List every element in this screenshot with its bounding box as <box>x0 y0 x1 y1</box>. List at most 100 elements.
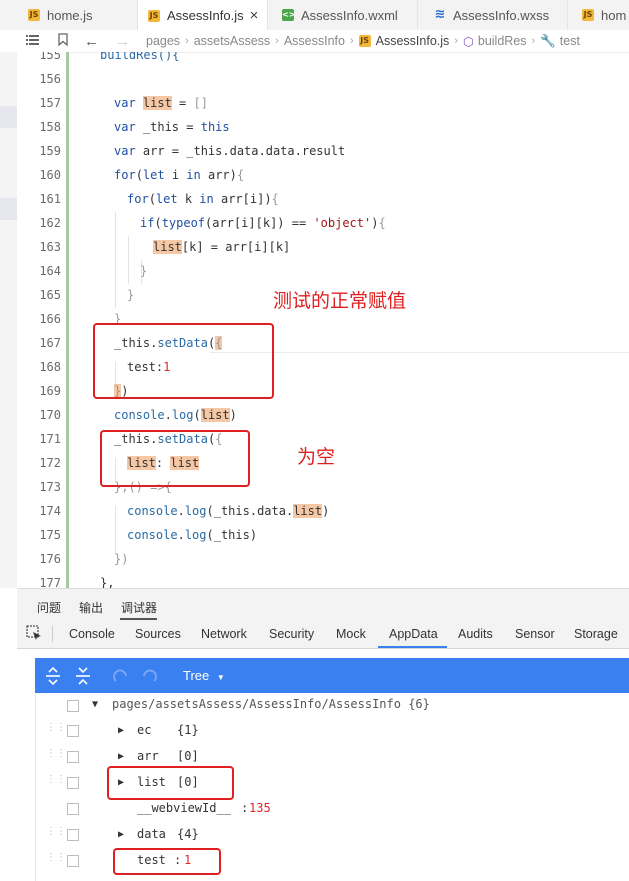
active-tab-underline <box>378 646 447 648</box>
tab-home-js[interactable]: JS home.js <box>0 0 138 30</box>
tree-value: {4} <box>177 827 199 841</box>
indent-guide <box>115 506 116 554</box>
annotation-box-test <box>113 848 221 875</box>
tree-row[interactable]: ⋮⋮ ▶ ec {1} <box>36 718 629 744</box>
breadcrumb-item[interactable]: AssessInfo <box>284 34 345 48</box>
tab-sensor[interactable]: Sensor <box>515 627 555 641</box>
drag-handle-icon[interactable]: ⋮⋮ <box>46 723 66 737</box>
breadcrumb-item[interactable]: test <box>560 34 580 48</box>
expanded-triangle-icon[interactable]: ▼ <box>92 699 98 710</box>
collapsed-triangle-icon[interactable]: ▶ <box>118 725 124 736</box>
line-number: 172 <box>39 456 61 470</box>
drag-handle-icon[interactable]: ⋮⋮ <box>46 749 66 763</box>
line-number: 167 <box>39 336 61 350</box>
wxml-file-icon: <> <box>282 9 296 21</box>
code-editor[interactable]: 155 156 157 158 159 160 161 162 163 164 … <box>0 52 629 588</box>
colon: : <box>241 801 249 815</box>
code-line: }, <box>100 576 115 588</box>
tree-key: ec <box>137 723 152 737</box>
tree-row[interactable]: ⋮⋮ ▶ data {4} <box>36 822 629 848</box>
code-line: var list = [] <box>114 96 208 110</box>
strip-marker <box>0 198 17 220</box>
drag-handle-icon[interactable]: ⋮⋮ <box>46 827 66 841</box>
checkbox[interactable] <box>67 803 79 815</box>
breadcrumb-item[interactable]: pages <box>146 34 180 48</box>
bookmark-icon[interactable] <box>58 33 70 49</box>
undo-icon[interactable] <box>111 667 129 687</box>
tab-output[interactable]: 输出 <box>79 599 103 616</box>
code-line: buildRes(){ <box>100 52 179 62</box>
drag-handle-icon[interactable]: ⋮⋮ <box>46 775 66 789</box>
devtools-tab-bar: Console Sources Network Security Mock Ap… <box>17 620 629 649</box>
drag-handle-icon[interactable]: ⋮⋮ <box>46 853 66 867</box>
breadcrumb: ← → pages › assetsAssess › AssessInfo › … <box>0 30 629 53</box>
tree-root-row[interactable]: ▼ pages/assetsAssess/AssessInfo/AssessIn… <box>36 693 629 719</box>
tab-assessinfo-js[interactable]: JS AssessInfo.js × <box>138 0 268 31</box>
tab-problems[interactable]: 问题 <box>37 599 61 616</box>
tab-security[interactable]: Security <box>269 627 314 641</box>
tab-sources[interactable]: Sources <box>135 627 181 641</box>
close-tab-icon[interactable]: × <box>250 7 259 24</box>
annotation-box-list <box>107 766 234 800</box>
annotation-empty: 为空 <box>297 446 336 468</box>
code-line: for(let k in arr[i]){ <box>127 192 279 206</box>
line-number: 155 <box>39 52 61 62</box>
list-icon[interactable] <box>26 34 40 48</box>
appdata-toolbar: Tree ▼ <box>35 658 629 693</box>
code-line: } <box>127 288 135 302</box>
checkbox[interactable] <box>67 829 79 841</box>
breadcrumb-item[interactable]: AssessInfo.js <box>376 34 450 48</box>
checkbox[interactable] <box>67 725 79 737</box>
tab-audits[interactable]: Audits <box>458 627 493 641</box>
tab-label: AssessInfo.wxss <box>453 7 550 23</box>
tab-home-partial[interactable]: JS hom <box>568 0 629 30</box>
indent-guide <box>115 212 116 308</box>
tab-assessinfo-wxml[interactable]: <> AssessInfo.wxml <box>268 0 418 30</box>
checkbox[interactable] <box>67 751 79 763</box>
tab-appdata[interactable]: AppData <box>389 627 438 641</box>
tab-mock[interactable]: Mock <box>336 627 366 641</box>
breadcrumb-item[interactable]: assetsAssess <box>194 34 270 48</box>
line-number: 159 <box>39 144 61 158</box>
tab-assessinfo-wxss[interactable]: ≋ AssessInfo.wxss <box>418 0 568 30</box>
git-change-bar <box>66 52 69 588</box>
tab-label: AssessInfo.js <box>167 8 244 23</box>
expand-all-icon[interactable] <box>45 666 61 689</box>
redo-icon[interactable] <box>141 667 159 687</box>
collapsed-triangle-icon[interactable]: ▶ <box>118 829 124 840</box>
line-number: 163 <box>39 240 61 254</box>
inspect-element-icon[interactable] <box>26 625 42 644</box>
back-arrow-icon[interactable]: ← <box>84 33 99 50</box>
line-number: 176 <box>39 552 61 566</box>
checkbox[interactable] <box>67 777 79 789</box>
checkbox[interactable] <box>67 855 79 867</box>
tree-key: __webviewId__ <box>137 801 231 815</box>
js-file-icon: JS <box>28 9 40 21</box>
forward-arrow-icon[interactable]: → <box>115 33 130 50</box>
annotation-box-empty <box>100 430 250 487</box>
tree-key: arr <box>137 749 159 763</box>
line-number: 171 <box>39 432 61 446</box>
code-text: buildRes(){ <box>100 52 180 62</box>
collapse-all-icon[interactable] <box>75 667 91 689</box>
collapsed-triangle-icon[interactable]: ▶ <box>118 751 124 762</box>
breadcrumb-item[interactable]: buildRes <box>478 34 527 48</box>
strip-marker <box>0 106 17 128</box>
tab-label: AssessInfo.wxml <box>301 7 398 23</box>
activity-strip <box>0 52 18 588</box>
tab-label: hom <box>601 7 627 23</box>
tab-storage[interactable]: Storage <box>574 627 618 641</box>
tab-network[interactable]: Network <box>201 627 247 641</box>
editor-tab-bar: JS home.js JS AssessInfo.js × <> AssessI… <box>0 0 629 31</box>
tree-value: [0] <box>177 749 199 763</box>
view-mode-select[interactable]: Tree ▼ <box>183 668 225 683</box>
chevron-right-icon: › <box>454 35 458 47</box>
code-line: console.log(_this.data.list) <box>127 504 330 518</box>
annotation-box-normal <box>93 323 274 399</box>
checkbox[interactable] <box>67 700 79 712</box>
tab-console[interactable]: Console <box>69 627 115 641</box>
line-number: 173 <box>39 480 61 494</box>
line-number: 160 <box>39 168 61 182</box>
line-number: 170 <box>39 408 61 422</box>
tab-debugger[interactable]: 调试器 <box>121 599 157 616</box>
